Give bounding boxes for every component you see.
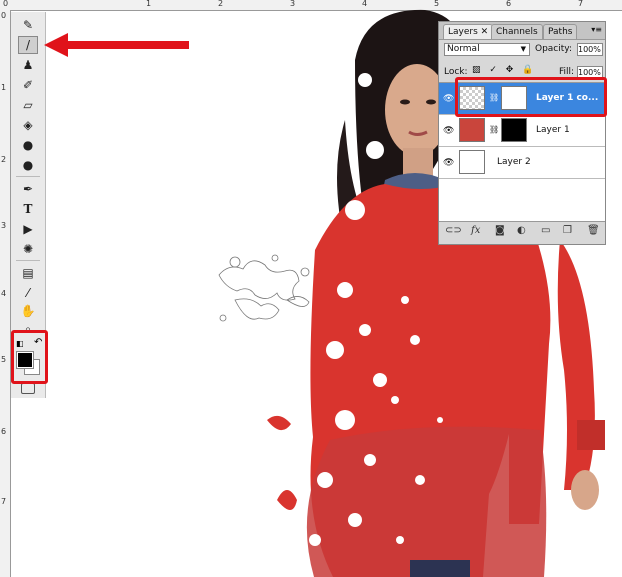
eyedropper-icon[interactable]: ⁄ [18, 284, 38, 302]
blend-mode-value: Normal [447, 44, 480, 54]
eye-icon[interactable]: 👁 [443, 126, 454, 136]
ruler-label: 5 [1, 355, 7, 364]
path-select-icon[interactable]: ▶ [18, 220, 38, 238]
layer-mask-thumbnail [501, 118, 527, 142]
blur-icon[interactable]: ● [18, 136, 38, 154]
notes-icon[interactable]: ▤ [18, 264, 38, 282]
toolbox-divider [16, 176, 40, 177]
chevron-down-icon: ▼ [520, 45, 526, 53]
annotation-arrow [44, 33, 189, 57]
tab-paths[interactable]: Paths [543, 24, 578, 39]
ruler-label: 2 [1, 155, 7, 164]
link-icon: ⛓ [489, 125, 500, 134]
brush-icon[interactable]: / [18, 36, 38, 54]
clone-stamp-icon[interactable]: ♟ [18, 56, 38, 74]
ruler-label: 6 [1, 427, 7, 436]
ruler-label: 4 [1, 289, 7, 298]
layers-panel: Layers ✕ Channels Paths ▾≡ Normal ▼ Opac… [438, 21, 606, 245]
eye-icon[interactable]: 👁 [443, 94, 454, 104]
new-layer-icon[interactable]: ❐ [563, 225, 572, 236]
new-group-icon[interactable]: ▭ [541, 225, 550, 236]
ruler-label: 1 [146, 0, 152, 8]
type-icon[interactable]: T [18, 200, 38, 218]
panel-menu-icon[interactable]: ▾≡ [591, 25, 602, 34]
fill-label: Fill: [559, 67, 575, 77]
panel-tab-bar: Layers ✕ Channels Paths ▾≡ [439, 22, 605, 40]
tab-channels[interactable]: Channels [491, 24, 543, 39]
lock-label: Lock: [444, 67, 468, 77]
dodge-icon[interactable]: ● [18, 156, 38, 174]
ruler-label: 1 [1, 83, 7, 92]
opacity-input[interactable]: 100% [577, 43, 603, 56]
hand-icon[interactable]: ✋ [18, 302, 38, 320]
eye-icon[interactable]: 👁 [443, 158, 454, 168]
layer-thumbnail [459, 118, 485, 142]
quick-mask-icon[interactable] [21, 383, 35, 394]
panel-footer: ⊂⊃ fx ◙ ◐ ▭ ❐ 🗑 [439, 219, 605, 244]
lock-options-icon[interactable]: ▨ ✓ ✥ 🔒 [472, 65, 536, 75]
layer-thumbnail [459, 150, 485, 174]
trash-icon[interactable]: 🗑 [587, 225, 600, 236]
ruler-label: 0 [3, 0, 9, 8]
eraser-icon[interactable]: ▱ [18, 96, 38, 114]
vertical-ruler: 0 1 2 3 4 5 6 7 [0, 10, 11, 577]
tab-layers[interactable]: Layers ✕ [443, 24, 494, 39]
layer-row-layer-2[interactable]: 👁 Layer 2 [439, 147, 605, 179]
fx-icon[interactable]: fx [471, 225, 480, 236]
layer-row-layer-1[interactable]: 👁 ⛓ Layer 1 [439, 115, 605, 147]
custom-shape-icon[interactable]: ✺ [18, 240, 38, 258]
paint-bucket-icon[interactable]: ◈ [18, 116, 38, 134]
pen-icon[interactable]: ✒ [18, 180, 38, 198]
adjustment-layer-icon[interactable]: ◐ [517, 225, 526, 236]
opacity-label: Opacity: [535, 44, 572, 54]
link-layers-icon[interactable]: ⊂⊃ [445, 225, 462, 236]
toolbox-divider [16, 260, 40, 261]
history-brush-icon[interactable]: ✐ [18, 76, 38, 94]
layer-name: Layer 1 [536, 125, 570, 135]
selected-layer-highlight [455, 77, 607, 117]
color-swatch-highlight [11, 330, 48, 384]
layer-name: Layer 2 [497, 157, 531, 167]
add-mask-icon[interactable]: ◙ [495, 225, 505, 236]
ruler-label: 0 [1, 11, 7, 20]
ruler-label: 3 [1, 221, 7, 230]
healing-brush-icon[interactable]: ✎ [18, 16, 38, 34]
ruler-label: 7 [1, 497, 7, 506]
blend-mode-select[interactable]: Normal ▼ [444, 43, 530, 56]
